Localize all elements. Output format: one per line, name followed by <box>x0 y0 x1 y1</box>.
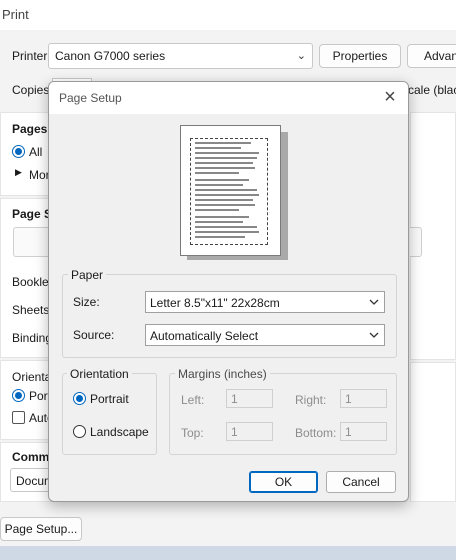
margins-group <box>169 373 397 455</box>
left-margin-label: Left: <box>181 393 205 407</box>
preview-text-line <box>195 216 249 218</box>
copies-label: Copies: <box>12 83 53 97</box>
preview-text-line <box>195 236 245 238</box>
preview-text-line <box>195 199 253 201</box>
paper-source-select[interactable]: Automatically Select <box>145 324 385 346</box>
bottom-margin-label: Bottom: <box>295 426 337 440</box>
orientation-group <box>62 373 157 455</box>
taskbar-strip <box>0 546 456 560</box>
paper-size-value: Letter 8.5"x11" 22x28cm <box>150 296 280 310</box>
page-preview <box>180 125 281 256</box>
left-margin-input[interactable]: 1 <box>226 389 273 408</box>
preview-text-line <box>195 226 257 228</box>
top-margin-label: Top: <box>181 426 204 440</box>
preview-text-line <box>195 221 243 223</box>
size-label: Size: <box>73 295 100 309</box>
paper-group-legend: Paper <box>68 268 107 282</box>
top-margin-input[interactable]: 1 <box>226 422 273 441</box>
page-setup-button[interactable]: Page Setup... <box>0 517 82 541</box>
printer-label: Printer: <box>12 49 51 63</box>
right-margin-label: Right: <box>295 393 327 407</box>
right-margin-input[interactable]: 1 <box>340 389 387 408</box>
advanced-button[interactable]: Advan <box>407 44 456 68</box>
preview-text-line <box>195 147 241 149</box>
preview-text-line <box>195 142 251 144</box>
page-setup-dialog: Page Setup × Paper Size: Letter 8.5"x11"… <box>48 81 409 502</box>
preview-text-line <box>195 231 259 233</box>
booklet-label: Booklet <box>12 275 53 289</box>
preview-text-line <box>195 157 257 159</box>
preview-text-line <box>195 189 257 191</box>
margins-group-legend: Margins (inches) <box>175 367 270 381</box>
portrait-label: Portrait <box>90 392 129 406</box>
source-label: Source: <box>73 328 115 342</box>
pages-all-label: All <box>29 145 43 159</box>
preview-text-line <box>195 194 259 196</box>
pages-more-label: Mor <box>29 168 50 182</box>
dialog-title: Page Setup <box>59 91 122 105</box>
preview-margin-outline <box>190 138 268 245</box>
print-window-title: Print <box>2 7 29 22</box>
preview-text-line <box>195 179 249 181</box>
landscape-label: Landscape <box>90 425 149 439</box>
printer-value: Canon G7000 series <box>55 49 166 63</box>
preview-text-line <box>195 184 243 186</box>
bottom-margin-input[interactable]: 1 <box>340 422 387 441</box>
page-size-button[interactable] <box>13 227 53 257</box>
portrait-radio[interactable] <box>73 392 86 405</box>
auto-rotate-checkbox[interactable] <box>12 411 25 424</box>
preview-text-line <box>195 162 253 164</box>
preview-text-line <box>195 172 239 174</box>
scale-option-text: cale (black <box>408 83 456 97</box>
pages-all-radio[interactable] <box>12 145 25 158</box>
paper-source-value: Automatically Select <box>150 329 259 343</box>
paper-size-select[interactable]: Letter 8.5"x11" 22x28cm <box>145 291 385 313</box>
print-titlebar: Print <box>0 0 456 30</box>
right-lower-panel <box>410 362 456 502</box>
chevron-down-icon <box>369 299 379 305</box>
preview-text-line <box>195 152 259 154</box>
comments-select[interactable]: Docum <box>10 468 52 492</box>
ok-button[interactable]: OK <box>249 471 318 493</box>
comments-value: Docum <box>16 474 52 488</box>
binding-label: Binding <box>12 331 53 345</box>
sheets-label: Sheets <box>12 303 50 317</box>
orientation-group-legend: Orientation <box>67 367 132 381</box>
chevron-down-icon: ⌄ <box>296 50 306 62</box>
preview-text-line <box>195 167 255 169</box>
properties-button[interactable]: Properties <box>319 44 401 68</box>
landscape-radio[interactable] <box>73 425 86 438</box>
cancel-button[interactable]: Cancel <box>326 471 396 493</box>
printer-select[interactable]: Canon G7000 series ⌄ <box>48 43 313 69</box>
preview-text-line <box>195 209 239 211</box>
page-size-button-edge <box>410 227 422 257</box>
dialog-titlebar: Page Setup × <box>49 82 408 114</box>
orientation-portrait-radio[interactable] <box>12 389 25 402</box>
orientation-heading: Orienta <box>12 370 52 384</box>
close-icon[interactable]: × <box>378 86 402 110</box>
chevron-down-icon <box>369 332 379 338</box>
preview-text-line <box>195 204 255 206</box>
expand-triangle-icon[interactable]: ▶ <box>15 167 22 178</box>
